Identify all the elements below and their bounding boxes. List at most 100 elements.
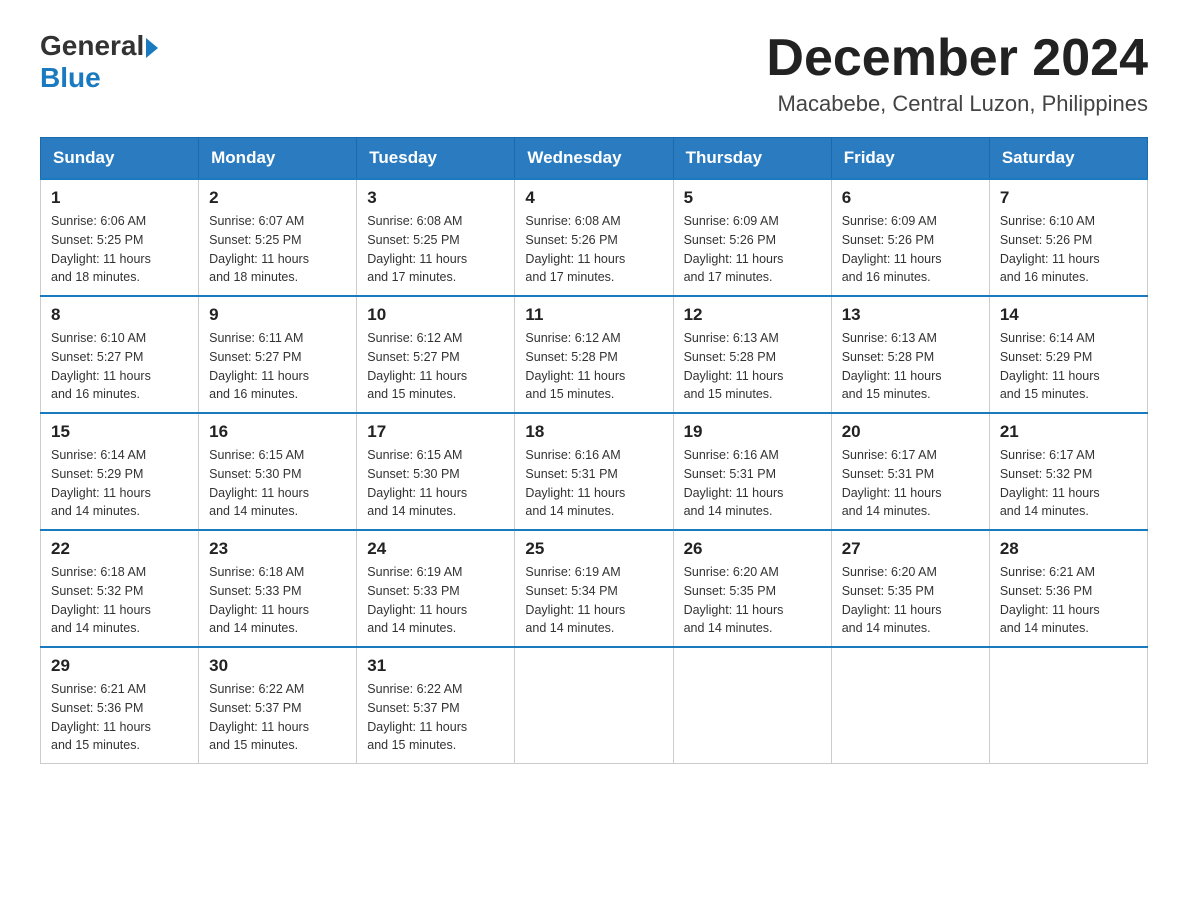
calendar-cell: 6 Sunrise: 6:09 AM Sunset: 5:26 PM Dayli… (831, 179, 989, 296)
day-number: 16 (209, 422, 346, 442)
day-number: 24 (367, 539, 504, 559)
calendar-week-row: 22 Sunrise: 6:18 AM Sunset: 5:32 PM Dayl… (41, 530, 1148, 647)
day-info: Sunrise: 6:19 AM Sunset: 5:34 PM Dayligh… (525, 563, 662, 638)
calendar-cell: 31 Sunrise: 6:22 AM Sunset: 5:37 PM Dayl… (357, 647, 515, 764)
day-info: Sunrise: 6:08 AM Sunset: 5:26 PM Dayligh… (525, 212, 662, 287)
day-info: Sunrise: 6:13 AM Sunset: 5:28 PM Dayligh… (684, 329, 821, 404)
weekday-header-thursday: Thursday (673, 138, 831, 180)
calendar-week-row: 29 Sunrise: 6:21 AM Sunset: 5:36 PM Dayl… (41, 647, 1148, 764)
day-number: 9 (209, 305, 346, 325)
calendar-cell: 9 Sunrise: 6:11 AM Sunset: 5:27 PM Dayli… (199, 296, 357, 413)
day-info: Sunrise: 6:19 AM Sunset: 5:33 PM Dayligh… (367, 563, 504, 638)
day-number: 11 (525, 305, 662, 325)
day-info: Sunrise: 6:14 AM Sunset: 5:29 PM Dayligh… (1000, 329, 1137, 404)
day-number: 31 (367, 656, 504, 676)
calendar-cell (515, 647, 673, 764)
day-number: 28 (1000, 539, 1137, 559)
calendar-cell: 14 Sunrise: 6:14 AM Sunset: 5:29 PM Dayl… (989, 296, 1147, 413)
logo-arrow-icon (146, 38, 158, 58)
calendar-cell: 11 Sunrise: 6:12 AM Sunset: 5:28 PM Dayl… (515, 296, 673, 413)
day-number: 12 (684, 305, 821, 325)
day-number: 23 (209, 539, 346, 559)
day-info: Sunrise: 6:18 AM Sunset: 5:32 PM Dayligh… (51, 563, 188, 638)
day-number: 4 (525, 188, 662, 208)
weekday-header-tuesday: Tuesday (357, 138, 515, 180)
calendar-cell: 29 Sunrise: 6:21 AM Sunset: 5:36 PM Dayl… (41, 647, 199, 764)
day-info: Sunrise: 6:20 AM Sunset: 5:35 PM Dayligh… (842, 563, 979, 638)
day-number: 3 (367, 188, 504, 208)
calendar-cell: 15 Sunrise: 6:14 AM Sunset: 5:29 PM Dayl… (41, 413, 199, 530)
day-number: 25 (525, 539, 662, 559)
day-info: Sunrise: 6:21 AM Sunset: 5:36 PM Dayligh… (1000, 563, 1137, 638)
logo: General Blue (40, 30, 158, 94)
day-number: 10 (367, 305, 504, 325)
day-info: Sunrise: 6:17 AM Sunset: 5:32 PM Dayligh… (1000, 446, 1137, 521)
calendar-cell: 2 Sunrise: 6:07 AM Sunset: 5:25 PM Dayli… (199, 179, 357, 296)
calendar-cell: 16 Sunrise: 6:15 AM Sunset: 5:30 PM Dayl… (199, 413, 357, 530)
day-number: 18 (525, 422, 662, 442)
day-info: Sunrise: 6:21 AM Sunset: 5:36 PM Dayligh… (51, 680, 188, 755)
calendar-cell: 13 Sunrise: 6:13 AM Sunset: 5:28 PM Dayl… (831, 296, 989, 413)
day-number: 27 (842, 539, 979, 559)
day-info: Sunrise: 6:22 AM Sunset: 5:37 PM Dayligh… (367, 680, 504, 755)
day-info: Sunrise: 6:12 AM Sunset: 5:27 PM Dayligh… (367, 329, 504, 404)
location-subtitle: Macabebe, Central Luzon, Philippines (766, 91, 1148, 117)
day-number: 22 (51, 539, 188, 559)
calendar-cell: 7 Sunrise: 6:10 AM Sunset: 5:26 PM Dayli… (989, 179, 1147, 296)
day-info: Sunrise: 6:10 AM Sunset: 5:26 PM Dayligh… (1000, 212, 1137, 287)
day-number: 8 (51, 305, 188, 325)
calendar-week-row: 15 Sunrise: 6:14 AM Sunset: 5:29 PM Dayl… (41, 413, 1148, 530)
day-number: 14 (1000, 305, 1137, 325)
calendar-cell: 1 Sunrise: 6:06 AM Sunset: 5:25 PM Dayli… (41, 179, 199, 296)
weekday-header-saturday: Saturday (989, 138, 1147, 180)
calendar-cell: 8 Sunrise: 6:10 AM Sunset: 5:27 PM Dayli… (41, 296, 199, 413)
logo-blue: Blue (40, 62, 101, 93)
day-number: 5 (684, 188, 821, 208)
day-info: Sunrise: 6:10 AM Sunset: 5:27 PM Dayligh… (51, 329, 188, 404)
calendar-cell: 10 Sunrise: 6:12 AM Sunset: 5:27 PM Dayl… (357, 296, 515, 413)
page-header: General Blue December 2024 Macabebe, Cen… (40, 30, 1148, 117)
day-info: Sunrise: 6:11 AM Sunset: 5:27 PM Dayligh… (209, 329, 346, 404)
day-info: Sunrise: 6:14 AM Sunset: 5:29 PM Dayligh… (51, 446, 188, 521)
day-number: 21 (1000, 422, 1137, 442)
day-info: Sunrise: 6:09 AM Sunset: 5:26 PM Dayligh… (842, 212, 979, 287)
day-info: Sunrise: 6:08 AM Sunset: 5:25 PM Dayligh… (367, 212, 504, 287)
day-info: Sunrise: 6:15 AM Sunset: 5:30 PM Dayligh… (209, 446, 346, 521)
day-number: 13 (842, 305, 979, 325)
title-block: December 2024 Macabebe, Central Luzon, P… (766, 30, 1148, 117)
calendar-cell: 20 Sunrise: 6:17 AM Sunset: 5:31 PM Dayl… (831, 413, 989, 530)
day-info: Sunrise: 6:15 AM Sunset: 5:30 PM Dayligh… (367, 446, 504, 521)
day-number: 2 (209, 188, 346, 208)
day-number: 26 (684, 539, 821, 559)
calendar-cell: 4 Sunrise: 6:08 AM Sunset: 5:26 PM Dayli… (515, 179, 673, 296)
calendar-cell: 27 Sunrise: 6:20 AM Sunset: 5:35 PM Dayl… (831, 530, 989, 647)
day-info: Sunrise: 6:22 AM Sunset: 5:37 PM Dayligh… (209, 680, 346, 755)
calendar-cell (989, 647, 1147, 764)
calendar-week-row: 8 Sunrise: 6:10 AM Sunset: 5:27 PM Dayli… (41, 296, 1148, 413)
calendar-cell: 3 Sunrise: 6:08 AM Sunset: 5:25 PM Dayli… (357, 179, 515, 296)
day-info: Sunrise: 6:20 AM Sunset: 5:35 PM Dayligh… (684, 563, 821, 638)
calendar-cell: 30 Sunrise: 6:22 AM Sunset: 5:37 PM Dayl… (199, 647, 357, 764)
calendar-week-row: 1 Sunrise: 6:06 AM Sunset: 5:25 PM Dayli… (41, 179, 1148, 296)
calendar-cell: 22 Sunrise: 6:18 AM Sunset: 5:32 PM Dayl… (41, 530, 199, 647)
month-title: December 2024 (766, 30, 1148, 87)
day-info: Sunrise: 6:16 AM Sunset: 5:31 PM Dayligh… (684, 446, 821, 521)
logo-general: General (40, 30, 144, 62)
day-info: Sunrise: 6:17 AM Sunset: 5:31 PM Dayligh… (842, 446, 979, 521)
calendar-cell: 26 Sunrise: 6:20 AM Sunset: 5:35 PM Dayl… (673, 530, 831, 647)
calendar-cell: 12 Sunrise: 6:13 AM Sunset: 5:28 PM Dayl… (673, 296, 831, 413)
calendar-cell: 17 Sunrise: 6:15 AM Sunset: 5:30 PM Dayl… (357, 413, 515, 530)
calendar-cell (673, 647, 831, 764)
calendar-cell: 24 Sunrise: 6:19 AM Sunset: 5:33 PM Dayl… (357, 530, 515, 647)
day-number: 17 (367, 422, 504, 442)
day-info: Sunrise: 6:18 AM Sunset: 5:33 PM Dayligh… (209, 563, 346, 638)
day-number: 6 (842, 188, 979, 208)
day-number: 19 (684, 422, 821, 442)
calendar-cell: 23 Sunrise: 6:18 AM Sunset: 5:33 PM Dayl… (199, 530, 357, 647)
day-number: 29 (51, 656, 188, 676)
calendar-cell: 21 Sunrise: 6:17 AM Sunset: 5:32 PM Dayl… (989, 413, 1147, 530)
weekday-header-sunday: Sunday (41, 138, 199, 180)
day-number: 1 (51, 188, 188, 208)
day-number: 30 (209, 656, 346, 676)
weekday-header-wednesday: Wednesday (515, 138, 673, 180)
